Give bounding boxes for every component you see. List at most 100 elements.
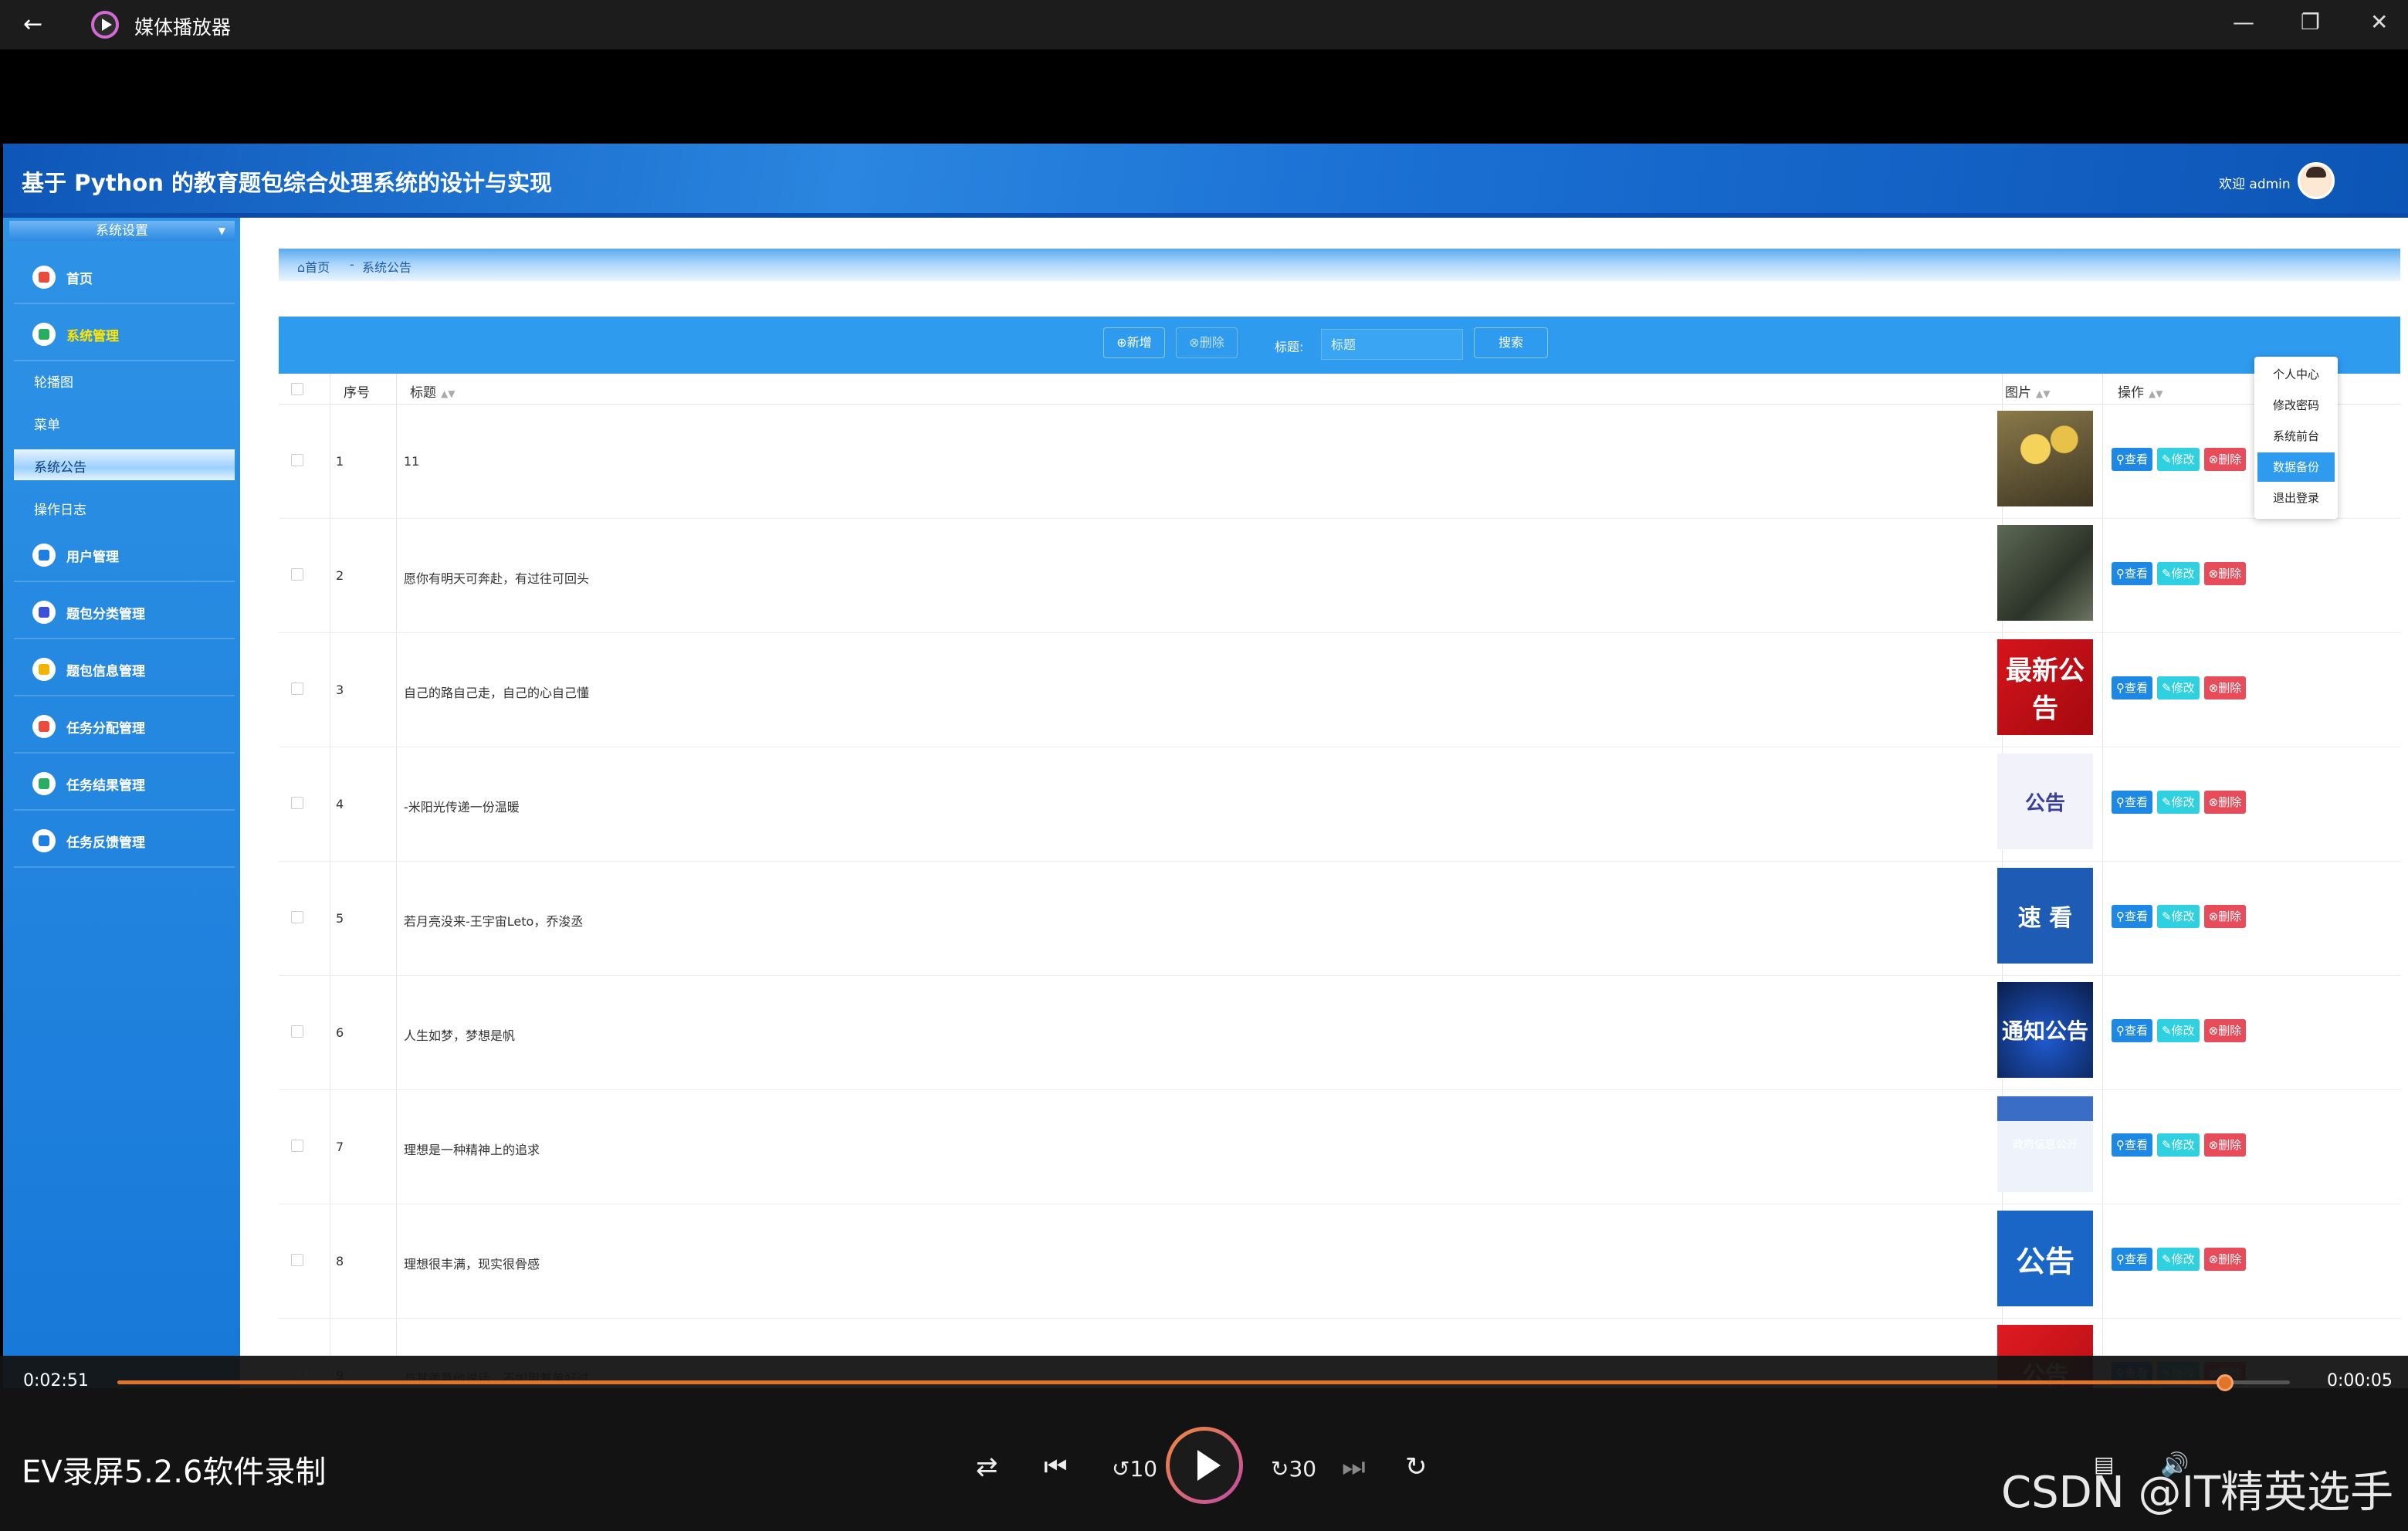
view-button-label: 查看 (2125, 1024, 2149, 1038)
menu-item-change-password[interactable]: 修改密码 (2257, 391, 2335, 420)
view-button[interactable]: ⚲查看 (2112, 1248, 2153, 1271)
delete-row-button[interactable]: ⊗删除 (2203, 448, 2247, 471)
sidebar-item-package-info[interactable]: 题包信息管理 (14, 641, 235, 696)
column-header-image[interactable]: 图片 ▲▼ (2005, 381, 2050, 401)
delete-row-button[interactable]: ⊗删除 (2203, 1133, 2247, 1157)
sidebar-item-system[interactable]: 系统管理 (14, 306, 235, 361)
view-icon: ⚲ (2116, 452, 2125, 466)
edit-button[interactable]: ✎修改 (2157, 905, 2200, 928)
row-actions: ⚲查看✎修改⊗删除 (2112, 1248, 2251, 1271)
view-button[interactable]: ⚲查看 (2112, 676, 2153, 699)
row-index: 4 (336, 797, 344, 811)
toolbar: ⊕新增 ⊗删除 标题: 搜索 (279, 317, 2400, 374)
view-button[interactable]: ⚲查看 (2112, 1133, 2153, 1157)
minimize-icon[interactable]: — (2233, 9, 2254, 35)
view-button[interactable]: ⚲查看 (2112, 562, 2153, 585)
column-header-title[interactable]: 标题 ▲▼ (410, 381, 455, 401)
seek-handle[interactable] (2216, 1374, 2234, 1391)
edit-button[interactable]: ✎修改 (2157, 1248, 2200, 1271)
back-arrow-icon[interactable]: ← (23, 11, 42, 38)
delete-icon: ⊗ (2208, 1024, 2219, 1038)
app-header: 基于 Python 的教育题包综合处理系统的设计与实现 欢迎 admin (3, 144, 2408, 218)
view-icon: ⚲ (2116, 1252, 2125, 1266)
edit-button[interactable]: ✎修改 (2157, 1133, 2200, 1157)
forward-30-icon[interactable]: ↻30 (1271, 1456, 1316, 1482)
restore-icon[interactable]: ❐ (2301, 9, 2320, 35)
rewind-10-icon[interactable]: ↺10 (1112, 1456, 1157, 1482)
sidebar-item-label: 题包信息管理 (66, 664, 145, 679)
select-all-checkbox[interactable] (291, 383, 303, 395)
sidebar-header-label: 系统设置 (96, 223, 148, 239)
sidebar-item-users[interactable]: 用户管理 (14, 527, 235, 582)
view-button[interactable]: ⚲查看 (2112, 905, 2153, 928)
sidebar-subitem-label: 菜单 (34, 418, 60, 433)
delete-row-button[interactable]: ⊗删除 (2203, 791, 2247, 814)
edit-button[interactable]: ✎修改 (2157, 676, 2200, 699)
row-checkbox[interactable] (291, 1254, 303, 1266)
delete-row-button[interactable]: ⊗删除 (2203, 676, 2247, 699)
row-checkbox[interactable] (291, 911, 303, 923)
row-actions: ⚲查看✎修改⊗删除 (2112, 448, 2251, 471)
edit-button[interactable]: ✎修改 (2157, 791, 2200, 814)
sort-icon: ▲▼ (441, 388, 456, 399)
add-button[interactable]: ⊕新增 (1103, 327, 1165, 358)
edit-button-label: 修改 (2171, 452, 2195, 466)
sidebar-subitem-label: 系统公告 (34, 460, 86, 476)
row-checkbox[interactable] (291, 683, 303, 695)
delete-row-button[interactable]: ⊗删除 (2203, 562, 2247, 585)
delete-button[interactable]: ⊗删除 (1176, 327, 1238, 358)
delete-row-button[interactable]: ⊗删除 (2203, 1248, 2247, 1271)
sidebar-item-task-result[interactable]: 任务结果管理 (14, 755, 235, 811)
next-icon[interactable]: ⏭ (1342, 1451, 1366, 1482)
delete-icon: ⊗ (2208, 1138, 2219, 1152)
delete-row-button-label: 删除 (2218, 795, 2242, 809)
menu-item-logout[interactable]: 退出登录 (2257, 483, 2335, 513)
view-button[interactable]: ⚲查看 (2112, 1019, 2153, 1042)
edit-icon: ✎ (2162, 567, 2172, 581)
delete-row-button[interactable]: ⊗删除 (2203, 1019, 2247, 1042)
delete-row-button-label: 删除 (2218, 1138, 2242, 1152)
sidebar-item-label: 任务反馈管理 (66, 835, 145, 851)
add-button-label: 新增 (1126, 335, 1152, 350)
row-checkbox[interactable] (291, 454, 303, 466)
search-button[interactable]: 搜索 (1474, 327, 1548, 358)
column-header-actions[interactable]: 操作 ▲▼ (2118, 381, 2162, 401)
row-checkbox[interactable] (291, 797, 303, 809)
view-button-label: 查看 (2125, 1252, 2149, 1266)
row-checkbox[interactable] (291, 1140, 303, 1152)
sidebar-subitem-announcement[interactable]: 系统公告 (14, 449, 235, 480)
sidebar-item-package-category[interactable]: 题包分类管理 (14, 584, 235, 639)
edit-button[interactable]: ✎修改 (2157, 1019, 2200, 1042)
row-checkbox[interactable] (291, 568, 303, 581)
edit-button[interactable]: ✎修改 (2157, 562, 2200, 585)
view-button[interactable]: ⚲查看 (2112, 448, 2153, 471)
card-icon (32, 601, 56, 624)
sidebar-subitem-oplog[interactable]: 操作日志 (14, 492, 235, 523)
play-button[interactable] (1166, 1427, 1243, 1504)
table-row: 1 11 ⚲查看 ✎修改 ⊗删除 (279, 405, 2400, 519)
previous-icon[interactable]: ⏮ (1044, 1451, 1068, 1482)
menu-item-frontend[interactable]: 系统前台 (2257, 422, 2335, 451)
row-image (1997, 411, 2093, 506)
title-search-input[interactable] (1321, 329, 1463, 360)
menu-item-profile[interactable]: 个人中心 (2257, 360, 2335, 389)
sidebar-header[interactable]: 系统设置 ▼ (9, 221, 235, 241)
sidebar-item-home[interactable]: 首页 (14, 249, 235, 304)
breadcrumb-home[interactable]: ⌂首页 (297, 257, 330, 276)
menu-item-data-backup[interactable]: 数据备份 (2257, 452, 2335, 482)
sidebar-item-task-feedback[interactable]: 任务反馈管理 (14, 812, 235, 868)
close-icon[interactable]: ✕ (2370, 9, 2388, 35)
delete-row-button[interactable]: ⊗删除 (2203, 905, 2247, 928)
row-checkbox[interactable] (291, 1025, 303, 1038)
window-titlebar: ← 媒体播放器 — ❐ ✕ (0, 0, 2408, 49)
repeat-icon[interactable]: ↻ (1405, 1451, 1428, 1482)
row-index: 7 (336, 1140, 344, 1154)
sidebar-subitem-carousel[interactable]: 轮播图 (14, 364, 235, 395)
edit-button[interactable]: ✎修改 (2157, 448, 2200, 471)
shuffle-icon[interactable]: ⇄ (976, 1451, 998, 1482)
sidebar-item-task-assign[interactable]: 任务分配管理 (14, 698, 235, 754)
seek-bar[interactable] (117, 1374, 2290, 1391)
avatar[interactable] (2298, 162, 2335, 199)
view-button[interactable]: ⚲查看 (2112, 791, 2153, 814)
sidebar-subitem-menu[interactable]: 菜单 (14, 407, 235, 438)
